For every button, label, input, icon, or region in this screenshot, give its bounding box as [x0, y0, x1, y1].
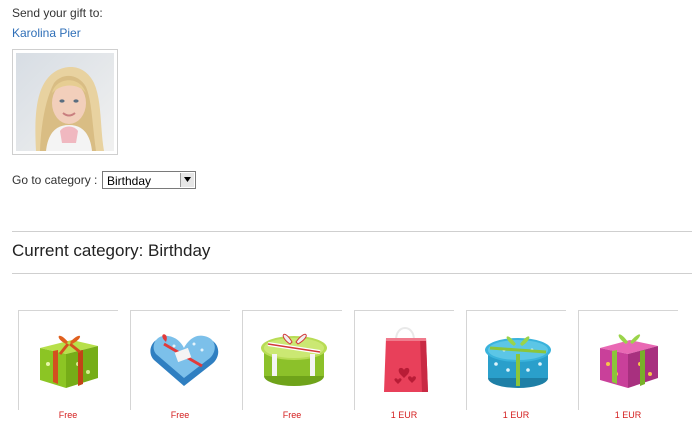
- gift-price: Free: [170, 410, 190, 420]
- gift-item[interactable]: [354, 310, 454, 410]
- go-to-category-label: Go to category :: [12, 173, 98, 187]
- current-category-title: Current category: Birthday: [12, 241, 211, 260]
- category-select[interactable]: Birthday: [102, 171, 196, 189]
- gift-item[interactable]: [130, 310, 230, 410]
- green-gift-box-icon: [40, 335, 98, 388]
- pink-gift-box-icon: [600, 334, 658, 388]
- gift-item[interactable]: [578, 310, 678, 410]
- recipient-avatar[interactable]: [12, 49, 118, 155]
- blue-round-gift-box-icon: [485, 336, 551, 388]
- gift-item[interactable]: [242, 310, 342, 410]
- divider-top: [12, 231, 692, 232]
- recipient-photo: [16, 53, 114, 151]
- round-green-gift-box-icon: [261, 333, 327, 386]
- gift-price: Free: [282, 410, 302, 420]
- gift-price: Free: [58, 410, 78, 420]
- heart-gift-box-icon: [150, 334, 219, 386]
- pink-gift-bag-icon: [384, 327, 428, 392]
- gift-price: 1 EUR: [502, 410, 530, 420]
- gift-price: 1 EUR: [614, 410, 642, 420]
- category-select-value: Birthday: [107, 174, 152, 188]
- divider-bottom: [12, 273, 692, 274]
- gift-item[interactable]: [18, 310, 118, 410]
- chevron-down-icon[interactable]: [180, 173, 194, 187]
- send-gift-label: Send your gift to:: [12, 6, 103, 20]
- gift-price: 1 EUR: [390, 410, 418, 420]
- recipient-name-link[interactable]: Karolina Pier: [12, 26, 81, 40]
- gift-item[interactable]: [466, 310, 566, 410]
